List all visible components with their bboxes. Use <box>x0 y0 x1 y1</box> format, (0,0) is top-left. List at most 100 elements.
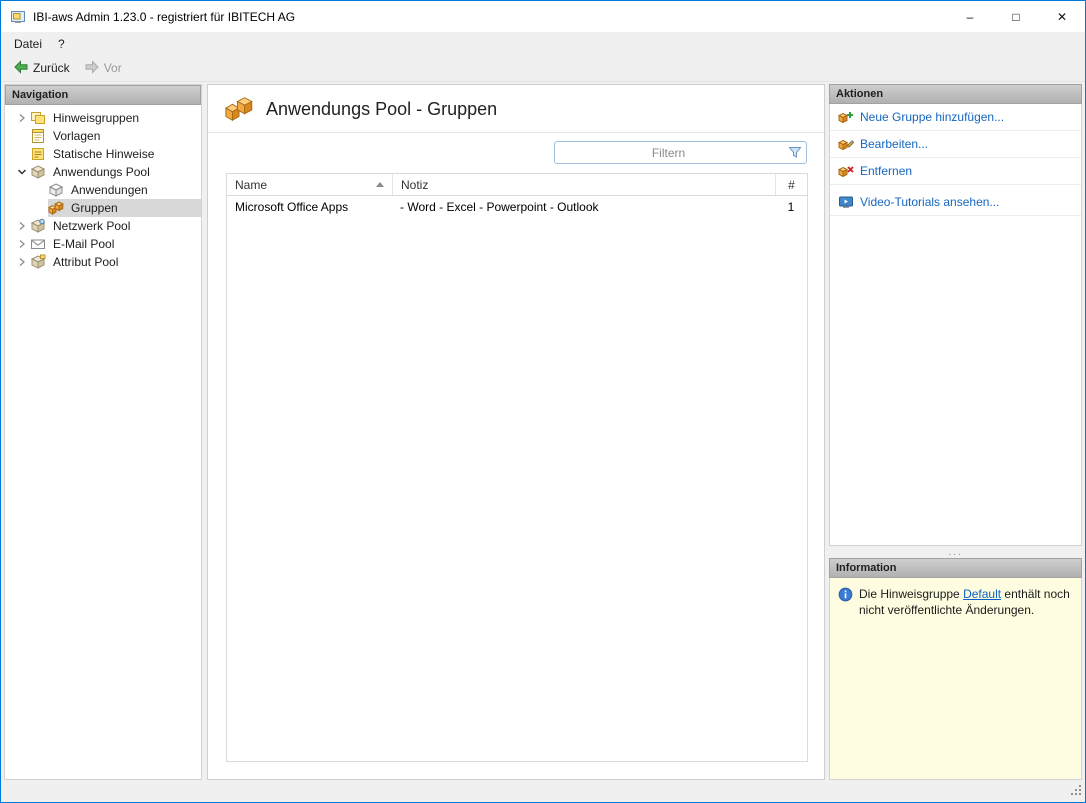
body-area: Navigation Hinweisgruppen Vorlagen Stati… <box>1 82 1085 781</box>
forward-arrow-icon <box>84 59 100 78</box>
remove-group-icon <box>837 163 854 179</box>
window-controls: – □ ✕ <box>947 1 1085 32</box>
cell-count: 1 <box>787 199 795 214</box>
cell-name: Microsoft Office Apps <box>235 199 349 214</box>
chevron-right-icon[interactable] <box>14 254 30 270</box>
column-header-name-label: Name <box>235 177 268 192</box>
cell-notiz: - Word - Excel - Powerpoint - Outlook <box>400 199 599 214</box>
edit-group-icon <box>837 136 855 152</box>
chevron-right-icon[interactable] <box>14 110 30 126</box>
sidebar-item-label: E-Mail Pool <box>53 237 115 251</box>
menu-item-help[interactable]: ? <box>50 32 73 55</box>
navigation-tree: Hinweisgruppen Vorlagen Statische Hinwei… <box>5 105 201 779</box>
sidebar-item-label: Anwendungen <box>71 183 148 197</box>
chevron-right-icon[interactable] <box>14 236 30 252</box>
sidebar-item-label: Vorlagen <box>53 129 101 143</box>
forward-button-label: Vor <box>103 61 122 75</box>
funnel-icon[interactable] <box>788 145 802 162</box>
video-tutorials-icon <box>838 194 854 210</box>
sidebar-item-gruppen[interactable]: Gruppen <box>5 199 201 217</box>
sidebar-item-hinweisgruppen[interactable]: Hinweisgruppen <box>5 109 201 127</box>
sidebar-item-label: Attribut Pool <box>53 255 119 269</box>
action-label: Video-Tutorials ansehen... <box>860 195 1000 209</box>
applications-icon <box>48 182 64 198</box>
groups-icon <box>47 200 64 216</box>
action-label: Neue Gruppe hinzufügen... <box>860 110 1005 124</box>
information-panel: Die Hinweisgruppe Default enthält noch n… <box>829 578 1082 780</box>
attribute-pool-icon <box>30 254 46 270</box>
info-text-before: Die Hinweisgruppe <box>859 587 964 601</box>
sidebar-item-label: Netzwerk Pool <box>53 219 131 233</box>
toolbar: Zurück Vor <box>1 55 1085 82</box>
sidebar-item-label: Anwendungs Pool <box>53 165 150 179</box>
navigation-panel: Navigation Hinweisgruppen Vorlagen Stati… <box>4 84 202 780</box>
back-arrow-icon <box>13 59 29 78</box>
filter-box <box>554 141 807 164</box>
sidebar-item-statische-hinweise[interactable]: Statische Hinweise <box>5 145 201 163</box>
page-header: Anwendungs Pool - Gruppen <box>208 85 824 133</box>
column-header-count[interactable]: # <box>775 174 807 195</box>
info-icon <box>838 587 853 602</box>
column-header-name[interactable]: Name <box>227 174 392 195</box>
action-add-group[interactable]: Neue Gruppe hinzufügen... <box>830 104 1081 131</box>
sidebar-item-email-pool[interactable]: E-Mail Pool <box>5 235 201 253</box>
action-video-tutorials[interactable]: Video-Tutorials ansehen... <box>830 189 1081 216</box>
back-button[interactable]: Zurück <box>7 57 76 80</box>
table-row[interactable]: Microsoft Office Apps - Word - Excel - P… <box>227 196 807 217</box>
actions-header: Aktionen <box>829 84 1082 104</box>
sidebar-item-netzwerk-pool[interactable]: Netzwerk Pool <box>5 217 201 235</box>
action-remove[interactable]: Entfernen <box>830 158 1081 185</box>
email-pool-icon <box>30 236 46 252</box>
panel-splitter[interactable]: ... <box>829 546 1082 558</box>
default-link[interactable]: Default <box>963 587 1001 601</box>
menu-item-datei[interactable]: Datei <box>6 32 50 55</box>
sidebar-item-label: Hinweisgruppen <box>53 111 140 125</box>
main-panel: Anwendungs Pool - Gruppen Name Notiz <box>207 84 825 780</box>
table-header-row: Name Notiz # <box>227 174 807 196</box>
groups-table: Name Notiz # Microsoft Office Apps - Wor… <box>226 173 808 762</box>
minimize-button[interactable]: – <box>947 1 993 32</box>
navigation-header: Navigation <box>5 85 201 105</box>
sidebar-item-anwendungen[interactable]: Anwendungen <box>5 181 201 199</box>
sidebar-item-label: Gruppen <box>71 201 118 215</box>
filter-input[interactable] <box>554 141 807 164</box>
menubar: Datei ? <box>1 32 1085 55</box>
sidebar-item-anwendungs-pool[interactable]: Anwendungs Pool <box>5 163 201 181</box>
maximize-button[interactable]: □ <box>993 1 1039 32</box>
app-icon <box>10 9 26 25</box>
titlebar: IBI-aws Admin 1.23.0 - registriert für I… <box>1 1 1085 32</box>
groups-large-icon <box>224 94 254 124</box>
add-group-icon <box>837 109 854 125</box>
actions-panel: Neue Gruppe hinzufügen... Bearbeiten... … <box>829 104 1082 546</box>
right-panel: Aktionen Neue Gruppe hinzufügen... Bearb… <box>829 84 1082 780</box>
network-pool-icon <box>30 218 46 234</box>
sort-ascending-icon <box>376 182 384 187</box>
forward-button[interactable]: Vor <box>78 57 128 80</box>
templates-icon <box>30 128 46 144</box>
chevron-down-icon[interactable] <box>14 164 30 180</box>
column-header-notiz[interactable]: Notiz <box>392 174 775 195</box>
close-button[interactable]: ✕ <box>1039 1 1085 32</box>
back-button-label: Zurück <box>33 61 70 75</box>
sidebar-item-vorlagen[interactable]: Vorlagen <box>5 127 201 145</box>
sidebar-item-label: Statische Hinweise <box>53 147 155 161</box>
column-header-notiz-label: Notiz <box>401 177 429 192</box>
info-text: Die Hinweisgruppe Default enthält noch n… <box>859 586 1073 618</box>
sidebar-item-attribut-pool[interactable]: Attribut Pool <box>5 253 201 271</box>
action-label: Entfernen <box>860 164 913 178</box>
statusbar <box>1 781 1085 802</box>
application-pool-icon <box>30 164 46 180</box>
resize-grip[interactable] <box>1070 784 1083 800</box>
chevron-right-icon[interactable] <box>14 218 30 234</box>
window-title: IBI-aws Admin 1.23.0 - registriert für I… <box>33 9 296 24</box>
action-edit[interactable]: Bearbeiten... <box>830 131 1081 158</box>
static-hints-icon <box>30 146 46 162</box>
hint-groups-icon <box>30 110 46 126</box>
app-window: IBI-aws Admin 1.23.0 - registriert für I… <box>0 0 1086 803</box>
column-header-count-label: # <box>788 177 795 192</box>
information-header: Information <box>829 558 1082 578</box>
filter-bar <box>208 133 824 170</box>
